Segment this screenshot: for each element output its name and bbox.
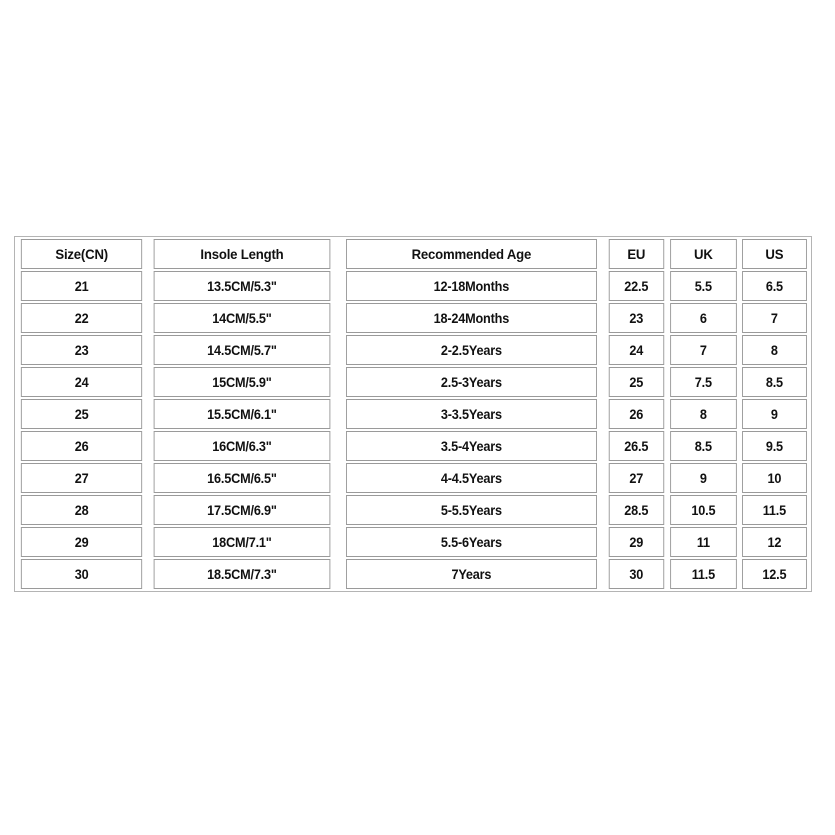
cell-eu: 26.5 (608, 431, 664, 461)
cell-eu: 27 (608, 463, 664, 493)
cell-insole-length: 18CM/7.1" (153, 527, 331, 557)
cell-uk: 6 (669, 303, 737, 333)
cell-uk: 11 (669, 527, 737, 557)
cell-size-cn: 22 (20, 303, 143, 333)
cell-insole-length: 13.5CM/5.3" (153, 271, 331, 301)
cell-size-cn: 28 (20, 495, 143, 525)
size-chart-container: Size(CN) Insole Length Recommended Age E… (14, 236, 814, 592)
cell-us: 10 (742, 463, 807, 493)
column-header-uk: UK (669, 239, 737, 269)
cell-insole-length: 17.5CM/6.9" (153, 495, 331, 525)
table-row: 28 17.5CM/6.9" 5-5.5Years 28.5 10.5 11.5 (17, 495, 809, 525)
table-body: 21 13.5CM/5.3" 12-18Months 22.5 5.5 6.5 … (17, 271, 809, 589)
cell-uk: 8.5 (669, 431, 737, 461)
shoe-size-chart-table: Size(CN) Insole Length Recommended Age E… (14, 236, 812, 592)
cell-insole-length: 16CM/6.3" (153, 431, 331, 461)
cell-eu: 24 (608, 335, 664, 365)
cell-us: 12.5 (742, 559, 807, 589)
table-row: 23 14.5CM/5.7" 2-2.5Years 24 7 8 (17, 335, 809, 365)
cell-uk: 10.5 (669, 495, 737, 525)
cell-eu: 25 (608, 367, 664, 397)
table-row: 27 16.5CM/6.5" 4-4.5Years 27 9 10 (17, 463, 809, 493)
column-header-eu: EU (608, 239, 664, 269)
cell-us: 7 (742, 303, 807, 333)
cell-eu: 29 (608, 527, 664, 557)
table-header: Size(CN) Insole Length Recommended Age E… (17, 239, 809, 269)
cell-size-cn: 27 (20, 463, 143, 493)
cell-insole-length: 14CM/5.5" (153, 303, 331, 333)
cell-recommended-age: 18-24Months (346, 303, 597, 333)
cell-us: 8.5 (742, 367, 807, 397)
cell-insole-length: 14.5CM/5.7" (153, 335, 331, 365)
cell-recommended-age: 7Years (346, 559, 597, 589)
cell-eu: 30 (608, 559, 664, 589)
cell-size-cn: 23 (20, 335, 143, 365)
table-row: 22 14CM/5.5" 18-24Months 23 6 7 (17, 303, 809, 333)
cell-eu: 26 (608, 399, 664, 429)
cell-uk: 5.5 (669, 271, 737, 301)
column-header-us: US (742, 239, 807, 269)
cell-recommended-age: 12-18Months (346, 271, 597, 301)
cell-uk: 7 (669, 335, 737, 365)
cell-eu: 22.5 (608, 271, 664, 301)
cell-recommended-age: 3.5-4Years (346, 431, 597, 461)
table-row: 25 15.5CM/6.1" 3-3.5Years 26 8 9 (17, 399, 809, 429)
table-row: 29 18CM/7.1" 5.5-6Years 29 11 12 (17, 527, 809, 557)
cell-recommended-age: 2.5-3Years (346, 367, 597, 397)
cell-insole-length: 15CM/5.9" (153, 367, 331, 397)
cell-insole-length: 18.5CM/7.3" (153, 559, 331, 589)
cell-us: 9.5 (742, 431, 807, 461)
cell-uk: 9 (669, 463, 737, 493)
cell-recommended-age: 2-2.5Years (346, 335, 597, 365)
table-row: 21 13.5CM/5.3" 12-18Months 22.5 5.5 6.5 (17, 271, 809, 301)
table-row: 26 16CM/6.3" 3.5-4Years 26.5 8.5 9.5 (17, 431, 809, 461)
cell-size-cn: 26 (20, 431, 143, 461)
cell-eu: 28.5 (608, 495, 664, 525)
cell-recommended-age: 5.5-6Years (346, 527, 597, 557)
cell-uk: 11.5 (669, 559, 737, 589)
cell-us: 12 (742, 527, 807, 557)
cell-recommended-age: 4-4.5Years (346, 463, 597, 493)
cell-size-cn: 25 (20, 399, 143, 429)
cell-insole-length: 16.5CM/6.5" (153, 463, 331, 493)
column-header-insole-length: Insole Length (153, 239, 331, 269)
cell-recommended-age: 3-3.5Years (346, 399, 597, 429)
cell-size-cn: 29 (20, 527, 143, 557)
cell-size-cn: 21 (20, 271, 143, 301)
cell-insole-length: 15.5CM/6.1" (153, 399, 331, 429)
table-header-row: Size(CN) Insole Length Recommended Age E… (17, 239, 809, 269)
table-row: 24 15CM/5.9" 2.5-3Years 25 7.5 8.5 (17, 367, 809, 397)
cell-eu: 23 (608, 303, 664, 333)
cell-size-cn: 24 (20, 367, 143, 397)
cell-us: 9 (742, 399, 807, 429)
cell-us: 11.5 (742, 495, 807, 525)
cell-uk: 7.5 (669, 367, 737, 397)
table-row: 30 18.5CM/7.3" 7Years 30 11.5 12.5 (17, 559, 809, 589)
cell-us: 8 (742, 335, 807, 365)
cell-us: 6.5 (742, 271, 807, 301)
column-header-size-cn: Size(CN) (20, 239, 143, 269)
column-header-recommended-age: Recommended Age (346, 239, 597, 269)
cell-size-cn: 30 (20, 559, 143, 589)
cell-uk: 8 (669, 399, 737, 429)
page-canvas: Size(CN) Insole Length Recommended Age E… (0, 0, 835, 835)
cell-recommended-age: 5-5.5Years (346, 495, 597, 525)
